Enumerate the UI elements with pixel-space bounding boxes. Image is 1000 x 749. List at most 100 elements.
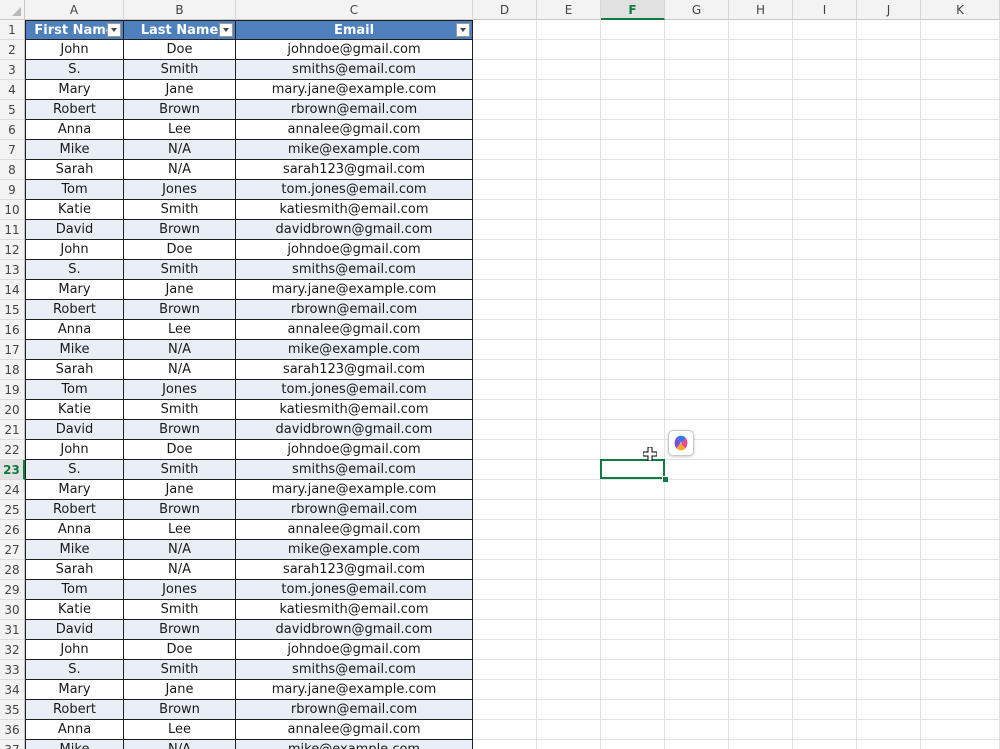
table-cell[interactable]: mary.jane@example.com	[236, 80, 473, 100]
row-header-3[interactable]: 3	[0, 60, 25, 80]
table-cell[interactable]: mike@example.com	[236, 340, 473, 360]
table-cell[interactable]: David	[25, 620, 124, 640]
table-cell[interactable]: David	[25, 420, 124, 440]
row-header-29[interactable]: 29	[0, 580, 25, 600]
row-header-24[interactable]: 24	[0, 480, 25, 500]
table-cell[interactable]: Robert	[25, 300, 124, 320]
table-cell[interactable]: Brown	[124, 100, 236, 120]
table-cell[interactable]: Mary	[25, 80, 124, 100]
table-cell[interactable]: annalee@gmail.com	[236, 320, 473, 340]
spreadsheet-grid[interactable]: ABCDEFGHIJK 1 2 3 4 5 6 7 8 9 10 11 12 13 14 15 16 17 18 1…	[0, 0, 1000, 749]
table-cell[interactable]: Brown	[124, 220, 236, 240]
table-cell[interactable]: mary.jane@example.com	[236, 280, 473, 300]
table-cell[interactable]: sarah123@gmail.com	[236, 360, 473, 380]
table-cell[interactable]: Smith	[124, 400, 236, 420]
table-cell[interactable]: S.	[25, 660, 124, 680]
row-header-18[interactable]: 18	[0, 360, 25, 380]
table-cell[interactable]: Jane	[124, 680, 236, 700]
table-cell[interactable]: smiths@email.com	[236, 460, 473, 480]
row-header-5[interactable]: 5	[0, 100, 25, 120]
table-cell[interactable]: sarah123@gmail.com	[236, 560, 473, 580]
table-cell[interactable]: John	[25, 40, 124, 60]
table-cell[interactable]: N/A	[124, 740, 236, 749]
column-header-b[interactable]: B	[124, 0, 236, 20]
table-cell[interactable]: John	[25, 240, 124, 260]
table-cell[interactable]: Brown	[124, 700, 236, 720]
column-header-c[interactable]: C	[236, 0, 473, 20]
table-cell[interactable]: Smith	[124, 600, 236, 620]
table-cell[interactable]: mike@example.com	[236, 740, 473, 749]
table-cell[interactable]: Jones	[124, 380, 236, 400]
table-cell[interactable]: katiesmith@email.com	[236, 200, 473, 220]
row-header-14[interactable]: 14	[0, 280, 25, 300]
column-header-a[interactable]: A	[25, 0, 124, 20]
table-cell[interactable]: annalee@gmail.com	[236, 120, 473, 140]
table-cell[interactable]: N/A	[124, 140, 236, 160]
row-header-10[interactable]: 10	[0, 200, 25, 220]
table-cell[interactable]: rbrown@email.com	[236, 500, 473, 520]
column-header-g[interactable]: G	[665, 0, 729, 20]
table-cell[interactable]: Katie	[25, 400, 124, 420]
table-cell[interactable]: Tom	[25, 380, 124, 400]
row-header-32[interactable]: 32	[0, 640, 25, 660]
row-header-19[interactable]: 19	[0, 380, 25, 400]
table-cell[interactable]: N/A	[124, 560, 236, 580]
row-header-6[interactable]: 6	[0, 120, 25, 140]
table-cell[interactable]: Smith	[124, 460, 236, 480]
table-cell[interactable]: Lee	[124, 720, 236, 740]
table-cell[interactable]: tom.jones@email.com	[236, 580, 473, 600]
active-cell-f23[interactable]	[600, 459, 665, 479]
row-header-2[interactable]: 2	[0, 40, 25, 60]
table-cell[interactable]: Doe	[124, 440, 236, 460]
row-header-9[interactable]: 9	[0, 180, 25, 200]
table-cell[interactable]: Jane	[124, 280, 236, 300]
table-cell[interactable]: Robert	[25, 500, 124, 520]
row-header-22[interactable]: 22	[0, 440, 25, 460]
column-header-h[interactable]: H	[729, 0, 793, 20]
filter-dropdown-icon[interactable]	[456, 23, 470, 37]
table-cell[interactable]: S.	[25, 260, 124, 280]
row-header-34[interactable]: 34	[0, 680, 25, 700]
table-cell[interactable]: sarah123@gmail.com	[236, 160, 473, 180]
row-header-28[interactable]: 28	[0, 560, 25, 580]
row-header-31[interactable]: 31	[0, 620, 25, 640]
column-header-i[interactable]: I	[793, 0, 857, 20]
row-header-36[interactable]: 36	[0, 720, 25, 740]
table-cell[interactable]: John	[25, 640, 124, 660]
table-cell[interactable]: N/A	[124, 160, 236, 180]
table-cell[interactable]: N/A	[124, 340, 236, 360]
table-cell[interactable]: Tom	[25, 180, 124, 200]
row-header-17[interactable]: 17	[0, 340, 25, 360]
table-cell[interactable]: Doe	[124, 240, 236, 260]
row-header-7[interactable]: 7	[0, 140, 25, 160]
table-cell[interactable]: Jones	[124, 180, 236, 200]
table-cell[interactable]: tom.jones@email.com	[236, 180, 473, 200]
table-cell[interactable]: Jane	[124, 480, 236, 500]
filter-dropdown-icon[interactable]	[107, 23, 121, 37]
table-cell[interactable]: annalee@gmail.com	[236, 720, 473, 740]
column-header-f[interactable]: F	[601, 0, 665, 20]
column-header-j[interactable]: J	[857, 0, 921, 20]
column-header-d[interactable]: D	[473, 0, 537, 20]
table-cell[interactable]: Jones	[124, 580, 236, 600]
table-cell[interactable]: Tom	[25, 580, 124, 600]
column-header-k[interactable]: K	[921, 0, 1000, 20]
row-header-37[interactable]: 37	[0, 740, 25, 749]
row-header-27[interactable]: 27	[0, 540, 25, 560]
table-cell[interactable]: davidbrown@gmail.com	[236, 620, 473, 640]
table-cell[interactable]: davidbrown@gmail.com	[236, 220, 473, 240]
table-cell[interactable]: Lee	[124, 120, 236, 140]
table-cell[interactable]: Lee	[124, 520, 236, 540]
column-header-e[interactable]: E	[537, 0, 601, 20]
table-cell[interactable]: johndoe@gmail.com	[236, 440, 473, 460]
row-header-16[interactable]: 16	[0, 320, 25, 340]
table-cell[interactable]: rbrown@email.com	[236, 100, 473, 120]
table-cell[interactable]: Mike	[25, 340, 124, 360]
table-cell[interactable]: Smith	[124, 200, 236, 220]
table-cell[interactable]: katiesmith@email.com	[236, 400, 473, 420]
row-header-13[interactable]: 13	[0, 260, 25, 280]
table-cell[interactable]: smiths@email.com	[236, 60, 473, 80]
table-cell[interactable]: Mary	[25, 680, 124, 700]
table-cell[interactable]: Sarah	[25, 160, 124, 180]
row-header-15[interactable]: 15	[0, 300, 25, 320]
